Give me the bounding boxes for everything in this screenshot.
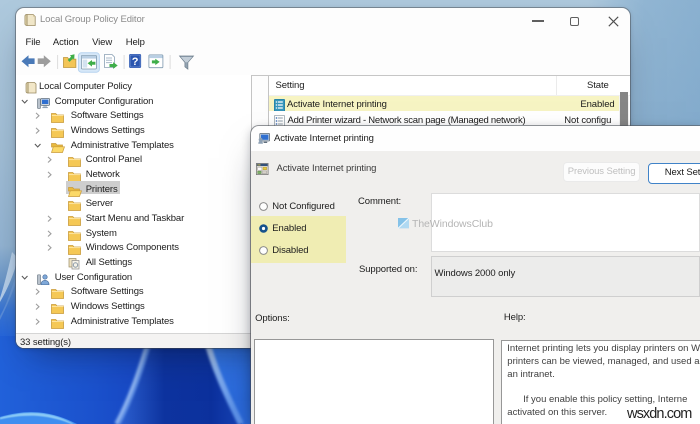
svg-text:?: ?: [132, 56, 139, 68]
